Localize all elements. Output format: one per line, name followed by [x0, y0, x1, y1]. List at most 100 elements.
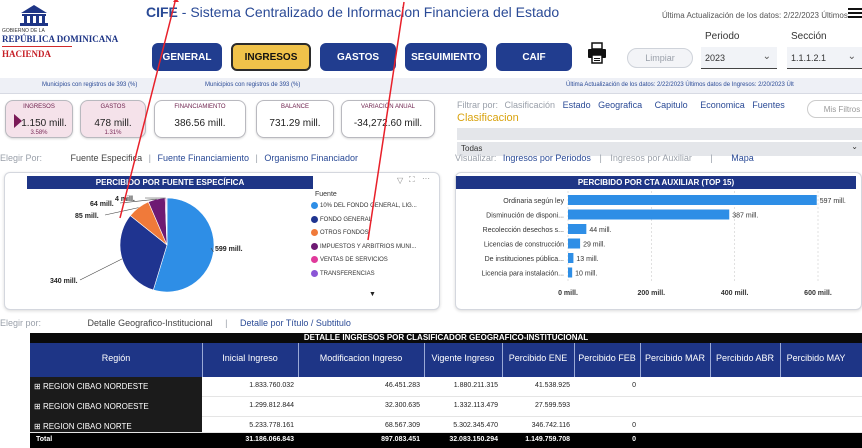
periodo-label: Periodo [705, 31, 740, 42]
seccion-value: 1.1.1.2.1 [791, 52, 827, 63]
detail-table: DETALLE INGRESOS POR CLASIFICADOR GEOGRA… [30, 333, 862, 448]
col-header-mar[interactable]: Percibido MAR [640, 353, 710, 363]
todas-value: Todas [461, 144, 483, 153]
cell-feb: 0 [632, 422, 636, 429]
tab-organismo-financiador[interactable]: Organismo Financiador [264, 153, 358, 163]
total-inicial: 31.186.066.843 [245, 436, 294, 443]
kpi-balance-card[interactable]: BALANCE 731.29 mill. [256, 100, 334, 138]
legend-item[interactable]: IMPUESTOS Y ARBITRIOS MUNI... [311, 242, 416, 250]
kpi-percent: 3.58% [30, 130, 48, 136]
nav-seguimiento-button[interactable]: SEGUIMIENTO [405, 43, 487, 71]
filter-geografica[interactable]: Geografica [598, 100, 642, 110]
app-title-text: - Sistema Centralizado de Informacion Fi… [177, 4, 560, 20]
filter-estado[interactable]: Estado [563, 100, 591, 110]
row-region-name: ⊞ REGION CIBAO NORDESTE [30, 377, 202, 397]
org-line3: HACIENDA [2, 49, 52, 59]
table-row[interactable]: ⊞ REGION CIBAO NOROESTE 1.299.812.844 32… [30, 397, 862, 417]
legend-item[interactable]: 10% DEL FONDO GENERAL, LIG... [311, 202, 417, 209]
bar[interactable] [568, 267, 573, 278]
expand-plus-icon[interactable]: ⊞ [34, 382, 43, 391]
cell-modificacion: 68.567.309 [384, 422, 420, 429]
nav-caif-button[interactable]: CAIF [496, 43, 572, 71]
col-header-abr[interactable]: Percibido ABR [710, 353, 780, 363]
seccion-label: Sección [791, 31, 827, 42]
bar[interactable] [568, 238, 581, 249]
expand-plus-icon[interactable]: ⊞ [34, 422, 43, 431]
legend-item[interactable]: TRANSFERENCIAS [311, 269, 375, 277]
pie-legend-title: Fuente [315, 191, 337, 198]
subline-bar: Municipios con registros de 393 (%) Muni… [0, 78, 862, 94]
hacienda-logo: GOBIERNO DE LA REPÚBLICA DOMINICANA HACI… [2, 4, 142, 70]
filter-capitulo[interactable]: Capitulo [655, 100, 688, 110]
col-header-ene[interactable]: Percibido ENE [502, 353, 574, 363]
cell-feb: 0 [632, 382, 636, 389]
nav-gastos-button[interactable]: GASTOS [320, 43, 396, 71]
hamburger-menu-icon[interactable] [848, 6, 862, 20]
kpi-gastos-card[interactable]: GASTOS 478 mill. 1.31% [80, 100, 146, 138]
tab-ingresos-auxiliar[interactable]: Ingresos por Auxiliar [610, 153, 692, 163]
chevron-down-icon: ⌄ [762, 51, 771, 62]
filter-economica[interactable]: Economica [700, 100, 745, 110]
table-row[interactable]: ⊞ REGION CIBAO NORTE 5.233.778.161 68.56… [30, 417, 862, 433]
bar-value-label: 13 mill. [576, 256, 598, 263]
col-header-vigente[interactable]: Vigente Ingreso [424, 353, 502, 363]
col-header-may[interactable]: Percibido MAY [780, 353, 852, 363]
pie-leader-line [79, 258, 123, 281]
tab-detalle-titulo[interactable]: Detalle por Título / Subtitulo [240, 318, 351, 328]
expand-plus-icon[interactable]: ⊞ [34, 402, 43, 411]
total-vigente: 32.083.150.294 [449, 436, 498, 443]
y-category-label: Disminución de disponi... [486, 213, 564, 220]
col-header-feb[interactable]: Percibido FEB [574, 353, 640, 363]
bar-value-label: 387 mill. [732, 213, 758, 220]
y-category-label: Recolección desechos s... [483, 227, 564, 234]
tab-detalle-geografico[interactable]: Detalle Geografico-Institucional [88, 318, 213, 328]
cell-inicial: 1.833.760.032 [249, 382, 294, 389]
tab-fuente-financiamiento[interactable]: Fuente Financiamiento [157, 153, 249, 163]
filter-clasificacion[interactable]: Clasificación [505, 100, 556, 110]
filter-fuentes[interactable]: Fuentes [752, 100, 785, 110]
mis-filtros-button[interactable]: Mis Filtros [807, 100, 862, 118]
col-header-region[interactable]: Región [30, 353, 202, 363]
limpiar-button[interactable]: Limpiar [627, 48, 693, 68]
bar[interactable] [568, 224, 587, 234]
legend-scroll-down-icon[interactable]: ▼ [369, 291, 376, 298]
legend-dot-icon [311, 229, 318, 236]
org-line2: REPÚBLICA DOMINICANA [2, 34, 119, 44]
legend-dot-icon [311, 242, 318, 250]
cell-modificacion: 32.300.635 [384, 402, 420, 409]
legend-item[interactable]: FONDO GENERAL [311, 215, 372, 223]
periodo-select[interactable]: 2023 ⌄ [701, 47, 777, 69]
kpi-ingresos-card[interactable]: INGRESOS 1.150 mill. 3.58% [5, 100, 73, 138]
printer-icon[interactable] [587, 42, 607, 64]
pie-data-label: 4 mill. [115, 196, 135, 203]
cell-vigente: 5.302.345.470 [453, 422, 498, 429]
tab-ingresos-periodos[interactable]: Ingresos por Periodos [503, 153, 591, 163]
cell-inicial: 5.233.778.161 [249, 422, 294, 429]
bar[interactable] [568, 253, 574, 263]
legend-item[interactable]: OTROS FONDOS [311, 229, 369, 236]
legend-label: TRANSFERENCIAS [320, 270, 375, 277]
nav-general-button[interactable]: GENERAL [152, 43, 222, 71]
col-header-inicial[interactable]: Inicial Ingreso [202, 353, 298, 363]
nav-ingresos-button[interactable]: INGRESOS [231, 43, 311, 71]
row-region-name: ⊞ REGION CIBAO NOROESTE [30, 397, 202, 417]
kpi-value: 386.56 mill. [174, 118, 226, 129]
municipios-text-1: Municipios con registros de 393 (%) [42, 82, 138, 88]
x-tick-label: 600 mill. [804, 290, 832, 297]
legend-item[interactable]: VENTAS DE SERVICIOS [311, 256, 388, 263]
bar[interactable] [568, 209, 730, 220]
kpi-value: -34,272.60 mill. [353, 118, 423, 129]
tab-mapa[interactable]: Mapa [731, 153, 754, 163]
table-row[interactable]: ⊞ REGION CIBAO NORDESTE 1.833.760.032 46… [30, 377, 862, 397]
kpi-variacion-card[interactable]: VARIACIÓN ANUAL -34,272.60 mill. [341, 100, 435, 138]
col-header-modificacion[interactable]: Modificacion Ingreso [298, 353, 424, 363]
periodo-value: 2023 [705, 52, 726, 63]
kpi-financiamiento-card[interactable]: FINANCIAMIENTO 386.56 mill. [154, 100, 246, 138]
tab-fuente-especifica[interactable]: Fuente Especifica [71, 153, 143, 163]
kpi-title: VARIACIÓN ANUAL [361, 104, 415, 110]
bar-value-label: 44 mill. [589, 227, 611, 234]
table-header: Región Inicial Ingreso Modificacion Ingr… [30, 343, 862, 377]
seccion-select[interactable]: 1.1.1.2.1 ⌄ [787, 47, 862, 69]
bar[interactable] [568, 195, 817, 205]
building-icon [20, 5, 48, 26]
